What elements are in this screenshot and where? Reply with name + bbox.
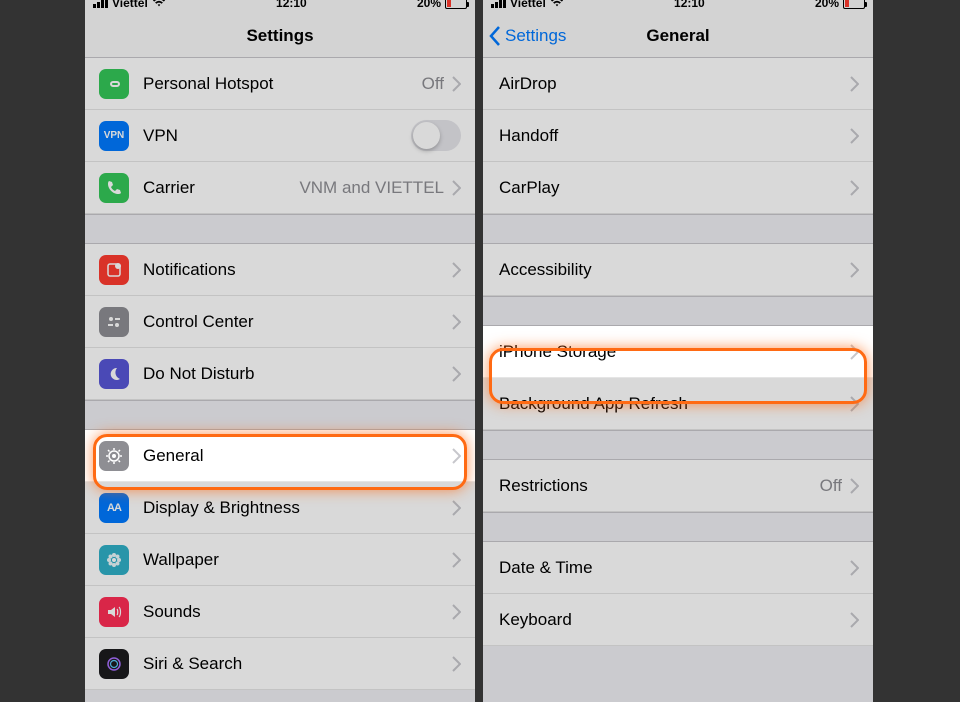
row-sounds[interactable]: Sounds bbox=[85, 586, 475, 638]
row-label: Sounds bbox=[143, 602, 452, 622]
moon-icon bbox=[99, 359, 129, 389]
row-siri-search[interactable]: Siri & Search bbox=[85, 638, 475, 690]
row-label: Carrier bbox=[143, 178, 299, 198]
row-label: Do Not Disturb bbox=[143, 364, 452, 384]
speaker-icon bbox=[99, 597, 129, 627]
battery-pct: 20% bbox=[815, 0, 839, 10]
back-label: Settings bbox=[505, 26, 566, 46]
row-carplay[interactable]: CarPlay bbox=[483, 162, 873, 214]
chevron-right-icon bbox=[452, 604, 461, 620]
carrier-label: Viettel bbox=[112, 0, 148, 10]
chevron-right-icon bbox=[452, 262, 461, 278]
chevron-right-icon bbox=[850, 344, 859, 360]
battery-icon bbox=[445, 0, 467, 9]
row-handoff[interactable]: Handoff bbox=[483, 110, 873, 162]
row-label: Siri & Search bbox=[143, 654, 452, 674]
chevron-right-icon bbox=[850, 128, 859, 144]
row-label: Handoff bbox=[499, 126, 850, 146]
row-display-brightness[interactable]: AA Display & Brightness bbox=[85, 482, 475, 534]
navbar-general: Settings General bbox=[483, 14, 873, 58]
row-label: Keyboard bbox=[499, 610, 850, 630]
chevron-right-icon bbox=[850, 262, 859, 278]
chevron-right-icon bbox=[850, 76, 859, 92]
signal-icon bbox=[93, 0, 108, 8]
row-do-not-disturb[interactable]: Do Not Disturb bbox=[85, 348, 475, 400]
row-date-time[interactable]: Date & Time bbox=[483, 542, 873, 594]
chevron-right-icon bbox=[452, 314, 461, 330]
flower-icon bbox=[99, 545, 129, 575]
row-label: General bbox=[143, 446, 452, 466]
row-label: Display & Brightness bbox=[143, 498, 452, 518]
row-accessibility[interactable]: Accessibility bbox=[483, 244, 873, 296]
chevron-right-icon bbox=[452, 180, 461, 196]
chevron-right-icon bbox=[452, 76, 461, 92]
notifications-icon bbox=[99, 255, 129, 285]
row-label: Background App Refresh bbox=[499, 394, 850, 414]
battery-icon bbox=[843, 0, 865, 9]
row-label: VPN bbox=[143, 126, 411, 146]
settings-list: Personal Hotspot Off VPN VPN Carrier VNM… bbox=[85, 58, 475, 702]
row-label: iPhone Storage bbox=[499, 342, 850, 362]
row-label: Wallpaper bbox=[143, 550, 452, 570]
navbar-settings: Settings bbox=[85, 14, 475, 58]
row-general[interactable]: General bbox=[85, 430, 475, 482]
chain-icon bbox=[99, 69, 129, 99]
clock: 12:10 bbox=[674, 0, 705, 10]
signal-icon bbox=[491, 0, 506, 8]
chevron-right-icon bbox=[452, 448, 461, 464]
vpn-icon: VPN bbox=[99, 121, 129, 151]
row-label: Restrictions bbox=[499, 476, 820, 496]
row-personal-hotspot[interactable]: Personal Hotspot Off bbox=[85, 58, 475, 110]
clock: 12:10 bbox=[276, 0, 307, 10]
row-iphone-storage[interactable]: iPhone Storage bbox=[483, 326, 873, 378]
chevron-right-icon bbox=[452, 656, 461, 672]
battery-pct: 20% bbox=[417, 0, 441, 10]
row-control-center[interactable]: Control Center bbox=[85, 296, 475, 348]
row-label: AirDrop bbox=[499, 74, 850, 94]
chevron-right-icon bbox=[850, 478, 859, 494]
row-carrier[interactable]: Carrier VNM and VIETTEL bbox=[85, 162, 475, 214]
row-background-refresh[interactable]: Background App Refresh bbox=[483, 378, 873, 430]
row-label: Notifications bbox=[143, 260, 452, 280]
phone-settings: Viettel 12:10 20% Settings Personal Hots… bbox=[85, 0, 475, 702]
siri-icon bbox=[99, 649, 129, 679]
row-keyboard[interactable]: Keyboard bbox=[483, 594, 873, 646]
row-vpn[interactable]: VPN VPN bbox=[85, 110, 475, 162]
back-button[interactable]: Settings bbox=[489, 14, 566, 57]
row-value: VNM and VIETTEL bbox=[299, 178, 444, 198]
chevron-right-icon bbox=[850, 180, 859, 196]
row-airdrop[interactable]: AirDrop bbox=[483, 58, 873, 110]
row-wallpaper[interactable]: Wallpaper bbox=[85, 534, 475, 586]
chevron-right-icon bbox=[452, 552, 461, 568]
general-list: AirDrop Handoff CarPlay Accessibility iP… bbox=[483, 58, 873, 702]
chevron-right-icon bbox=[452, 366, 461, 382]
gear-icon bbox=[99, 441, 129, 471]
row-value: Off bbox=[820, 476, 842, 496]
row-label: Accessibility bbox=[499, 260, 850, 280]
display-icon: AA bbox=[99, 493, 129, 523]
row-restrictions[interactable]: Restrictions Off bbox=[483, 460, 873, 512]
control-center-icon bbox=[99, 307, 129, 337]
page-title: General bbox=[646, 26, 709, 46]
page-title: Settings bbox=[246, 26, 313, 46]
carrier-label: Viettel bbox=[510, 0, 546, 10]
status-bar: Viettel 12:10 20% bbox=[85, 0, 475, 14]
chevron-right-icon bbox=[452, 500, 461, 516]
wifi-icon bbox=[550, 0, 564, 11]
phone-general: Viettel 12:10 20% Settings General AirDr… bbox=[483, 0, 873, 702]
row-label: Personal Hotspot bbox=[143, 74, 422, 94]
chevron-right-icon bbox=[850, 396, 859, 412]
row-value: Off bbox=[422, 74, 444, 94]
row-notifications[interactable]: Notifications bbox=[85, 244, 475, 296]
row-label: Date & Time bbox=[499, 558, 850, 578]
status-bar: Viettel 12:10 20% bbox=[483, 0, 873, 14]
phone-icon bbox=[99, 173, 129, 203]
chevron-right-icon bbox=[850, 612, 859, 628]
chevron-right-icon bbox=[850, 560, 859, 576]
row-label: CarPlay bbox=[499, 178, 850, 198]
row-label: Control Center bbox=[143, 312, 452, 332]
wifi-icon bbox=[152, 0, 166, 11]
vpn-toggle[interactable] bbox=[411, 120, 461, 151]
